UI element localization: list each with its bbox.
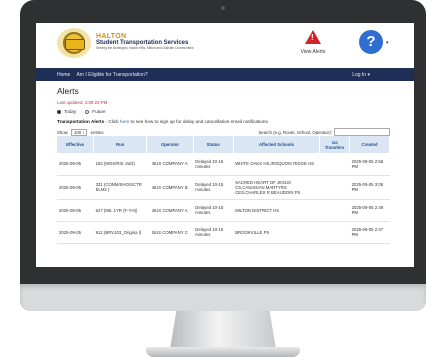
help-icon[interactable]: ? (359, 30, 383, 54)
school-bus-logo-icon[interactable] (57, 28, 91, 58)
cell-created: 2025-09-05 2:49 PM (349, 199, 390, 222)
cell-operator: BUS COMPANY A (146, 153, 194, 176)
page-title: Alerts (57, 86, 79, 96)
col-effective[interactable]: Effective (57, 136, 95, 153)
col-via-transfers[interactable]: via Transfers (319, 136, 351, 153)
organization-name: HALTON Student Transportation Services S… (96, 33, 193, 50)
search-label: Search (e.g. Route, School, Operator): (258, 129, 332, 135)
show-label: Show (57, 130, 68, 135)
table-row: 2025-09-05 627 (MIL 1YR (F-YH)) BUS COMP… (57, 199, 390, 222)
date-filter: Today Future (57, 109, 390, 114)
cell-run: 912 (BRV103_Origina l) (93, 221, 147, 244)
cell-status: Delayed 10-15 minutes (193, 199, 234, 222)
nav-home-link[interactable]: Home (57, 72, 70, 78)
cell-effective: 2025-09-05 (57, 153, 94, 176)
screen: HALTON Student Transportation Services S… (36, 23, 414, 267)
col-status[interactable]: Status (193, 136, 234, 153)
radio-future[interactable]: Future (85, 109, 106, 114)
bus-icon (65, 39, 85, 50)
org-line-3: Serving the Burlington, Halton Hills, Mi… (96, 45, 194, 50)
monitor-chin (20, 284, 426, 311)
table-row: 2025-09-05 331 (CONM/SHOS/CTR ELM2 ) BUS… (57, 175, 390, 200)
cell-via (319, 199, 350, 222)
cell-created: 2025-09-05 3:06 PM (349, 175, 390, 200)
cell-operator: BUS COMPANY C (146, 221, 194, 244)
cell-effective: 2025-09-05 (57, 175, 94, 200)
cell-schools: BROOKVILLE PS (233, 221, 320, 244)
signup-link[interactable]: here (120, 119, 129, 124)
cell-run: 331 (CONM/SHOS/CTR ELM2 ) (93, 175, 147, 200)
radio-dot-selected[interactable] (57, 109, 61, 114)
cell-run: 627 (MIL 1YR (F-YH)) (93, 199, 147, 222)
desc-text-post: to see how to sign up for delay and canc… (129, 119, 268, 124)
radio-future-label: Future (92, 109, 106, 114)
col-affected-schools[interactable]: Affected Schools (233, 136, 321, 153)
table-row: 2025-09-05 912 (BRV103_Origina l) BUS CO… (57, 221, 390, 244)
cell-operator: BUS COMPANY B (146, 175, 194, 200)
cell-effective: 2025-09-05 (57, 221, 94, 244)
site-header: HALTON Student Transportation Services S… (36, 23, 414, 68)
cell-created: 2025-09-05 2:47 PM (349, 221, 390, 244)
view-alerts-button[interactable]: ! View Alerts (285, 30, 341, 55)
cell-via (319, 175, 350, 200)
caret-down-icon[interactable]: ▾ (386, 40, 389, 46)
monitor-stand-base (146, 347, 300, 357)
desc-text-pre: - Click (104, 119, 120, 124)
cell-run: 184 (MOS/RIS 1W2) (93, 153, 147, 176)
main-content: Alerts Last updated: 3:09:23 PM Today Fu… (36, 86, 414, 244)
radio-today[interactable]: Today (57, 109, 76, 114)
radio-dot[interactable] (85, 109, 90, 114)
nav-bar: Home Am I Eligible for Transportation? L… (36, 68, 414, 81)
cell-schools: SACRED HEART OF JESUS CS,CANADIAN MARTYR… (233, 175, 320, 200)
cell-effective: 2025-09-05 (57, 199, 94, 222)
table-controls: Show 100 ↕ entries Search (e.g. Route, S… (57, 127, 390, 136)
warning-triangle-icon: ! (305, 30, 321, 44)
col-operator[interactable]: Operator (146, 136, 194, 153)
last-updated-text: Last updated: 3:09:23 PM (57, 100, 108, 105)
table-header-row: Effective Run Operator Status Affected S… (57, 136, 390, 153)
view-alerts-label: View Alerts (300, 49, 326, 55)
cell-created: 2025-09-05 2:58 PM (349, 153, 390, 176)
cell-schools: WHITE OAKS HS,IROQUOIS RIDGE HS (233, 153, 320, 176)
alerts-table: Effective Run Operator Status Affected S… (57, 136, 390, 244)
search-input[interactable] (334, 128, 390, 136)
alerts-description: Transportation Alerts - Click here to se… (57, 119, 390, 124)
cell-operator: BUS COMPANY A (146, 199, 194, 222)
nav-eligible-link[interactable]: Am I Eligible for Transportation? (76, 72, 147, 78)
entries-select[interactable]: 100 ↕ (70, 129, 88, 136)
table-row: 2025-09-05 184 (MOS/RIS 1W2) BUS COMPANY… (57, 153, 390, 176)
cell-status: Delayed 10-15 minutes (193, 153, 234, 176)
cell-schools: MILTON DISTRICT HS (233, 199, 320, 222)
camera-dot (221, 6, 225, 10)
entries-label: entries (90, 130, 104, 135)
monitor-stand-neck (170, 311, 276, 349)
alerts-heading: Transportation Alerts (57, 119, 105, 124)
cell-via (319, 153, 350, 176)
login-menu[interactable]: Log In ▾ (352, 72, 370, 78)
radio-today-label: Today (64, 109, 77, 114)
cell-status: Delayed 10-15 minutes (193, 221, 234, 244)
col-run[interactable]: Run (93, 136, 148, 153)
col-created[interactable]: Created (349, 136, 390, 153)
cell-status: Delayed 10-15 minutes (193, 175, 234, 200)
org-line-1: HALTON (96, 33, 127, 40)
cell-via (319, 221, 350, 244)
